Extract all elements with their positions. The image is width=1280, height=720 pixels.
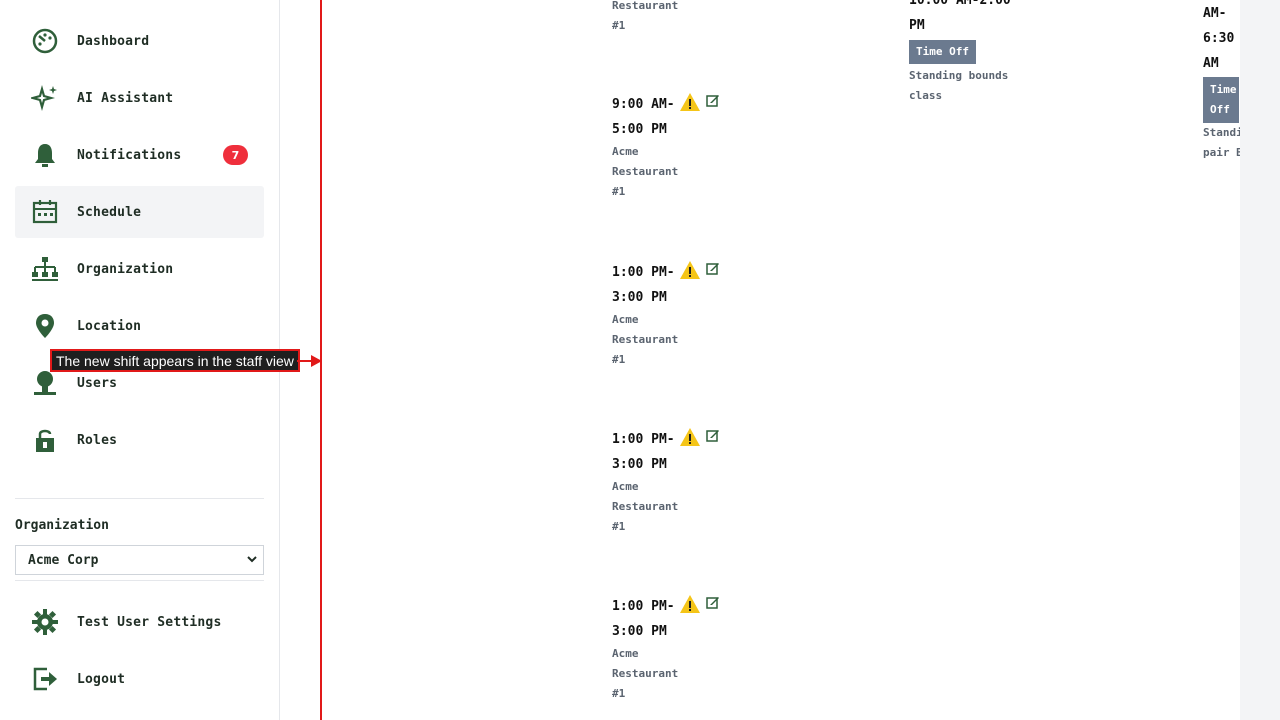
time-off-card[interactable]: 10:00 AM-2:00 PM Time Off Standing bound… bbox=[909, 0, 1059, 106]
lock-icon bbox=[30, 425, 60, 455]
time-off-badge-line: Off bbox=[1210, 103, 1230, 116]
sidebar-divider bbox=[15, 498, 264, 499]
shift-time-line: 1:00 PM- bbox=[612, 265, 675, 280]
time-off-note-line: Standing bounds bbox=[909, 69, 1009, 82]
warning-icon[interactable] bbox=[679, 427, 701, 451]
shift-time-line: 1:00 PM- bbox=[612, 432, 675, 447]
time-off-time-line: 6:30 bbox=[1203, 31, 1235, 46]
time-off-note-line: pair B bbox=[1203, 146, 1240, 159]
shift-location-line: #1 bbox=[612, 687, 626, 700]
sidebar-item-test-user-settings[interactable]: Test User Settings bbox=[15, 596, 264, 648]
edit-icon[interactable] bbox=[706, 260, 720, 284]
page-gutter bbox=[1240, 0, 1280, 720]
shift-location-line: #1 bbox=[612, 185, 626, 198]
sidebar-item-label: AI Assistant bbox=[77, 90, 174, 106]
gear-icon bbox=[30, 607, 60, 637]
shift-card[interactable]: 1:00 PM- 3:00 PM Acme Restaurant #1 bbox=[612, 427, 742, 537]
shift-time-line: 3:00 PM bbox=[612, 624, 667, 639]
sidebar-item-roles[interactable]: Roles bbox=[15, 414, 264, 466]
shift-location-line: #1 bbox=[612, 520, 626, 533]
time-off-time-line: PM bbox=[909, 18, 925, 33]
sidebar-item-schedule[interactable]: Schedule bbox=[15, 186, 264, 238]
annotation-arrow-icon bbox=[297, 355, 322, 367]
sidebar-item-organization[interactable]: Organization bbox=[15, 243, 264, 295]
edit-icon[interactable] bbox=[706, 92, 720, 116]
shift-card[interactable]: 1:00 PM- 3:00 PM Acme Restaurant #1 bbox=[612, 260, 742, 370]
partially-hidden-icon bbox=[33, 486, 59, 492]
calendar-icon bbox=[30, 197, 60, 227]
shift-time-line: 5:00 PM bbox=[612, 122, 667, 137]
sidebar-item-label: Notifications bbox=[77, 147, 182, 163]
sparkle-icon bbox=[30, 83, 60, 113]
shift-time-line: 9:00 AM- bbox=[612, 97, 675, 112]
sidebar-item-location[interactable]: Location bbox=[15, 300, 264, 352]
logout-icon bbox=[30, 664, 60, 694]
sidebar-item-logout[interactable]: Logout bbox=[15, 653, 264, 705]
sidebar-item-dashboard[interactable]: Dashboard bbox=[15, 15, 264, 67]
user-icon bbox=[30, 368, 60, 398]
shift-location-line: Acme bbox=[612, 145, 639, 158]
shift-location-line: #1 bbox=[612, 353, 626, 366]
shift-location-line: Restaurant bbox=[612, 0, 679, 12]
sidebar-item-label: Schedule bbox=[77, 204, 142, 220]
sidebar-item-label: Location bbox=[77, 318, 142, 334]
org-chart-icon bbox=[30, 254, 60, 284]
shift-time-line: 3:00 PM bbox=[612, 457, 667, 472]
warning-icon[interactable] bbox=[679, 594, 701, 618]
sidebar-item-label: Users bbox=[77, 375, 118, 391]
bell-icon bbox=[30, 140, 60, 170]
time-off-time-line: AM bbox=[1203, 56, 1219, 71]
sidebar-divider bbox=[15, 580, 264, 581]
time-off-badge: Time Off bbox=[909, 40, 976, 64]
shift-location-line: Restaurant bbox=[612, 500, 679, 513]
notification-count-badge: 7 bbox=[223, 145, 248, 165]
organization-select[interactable]: Acme Corp bbox=[15, 545, 264, 575]
time-off-note-line: Standi bbox=[1203, 126, 1240, 139]
warning-icon[interactable] bbox=[679, 92, 701, 116]
sidebar-item-label: Organization bbox=[77, 261, 174, 277]
sidebar-item-label: Roles bbox=[77, 432, 118, 448]
organization-label: Organization bbox=[15, 518, 109, 533]
annotation-callout: The new shift appears in the staff view bbox=[50, 349, 300, 372]
shift-location-line: Acme bbox=[612, 313, 639, 326]
shift-time-line: 3:00 PM bbox=[612, 290, 667, 305]
organization-select-value: Acme Corp bbox=[28, 552, 99, 568]
time-off-time-line: 10:00 AM-2:00 bbox=[909, 0, 1011, 8]
sidebar-item-notifications[interactable]: Notifications 7 bbox=[15, 129, 264, 181]
time-off-note-line: class bbox=[909, 89, 943, 102]
dashboard-icon bbox=[30, 26, 60, 56]
time-off-card-partial[interactable]: AM- 6:30 AM Time Off Standi pair B bbox=[1203, 1, 1240, 163]
warning-icon[interactable] bbox=[679, 260, 701, 284]
time-off-badge: Time Off bbox=[1203, 77, 1239, 123]
shift-location-line: #1 bbox=[612, 19, 626, 32]
shift-card[interactable]: Restaurant #1 bbox=[612, 0, 742, 36]
edit-icon[interactable] bbox=[706, 427, 720, 451]
edit-icon[interactable] bbox=[706, 594, 720, 618]
shift-location-line: Acme bbox=[612, 480, 639, 493]
location-pin-icon bbox=[30, 311, 60, 341]
shift-location-line: Acme bbox=[612, 647, 639, 660]
shift-location-line: Restaurant bbox=[612, 667, 679, 680]
shift-location-line: Restaurant bbox=[612, 333, 679, 346]
sidebar-item-ai-assistant[interactable]: AI Assistant bbox=[15, 72, 264, 124]
sidebar-item-label: Dashboard bbox=[77, 33, 150, 49]
sidebar-item-label: Logout bbox=[77, 671, 126, 687]
shift-card[interactable]: 1:00 PM- 3:00 PM Acme Restaurant #1 bbox=[612, 594, 742, 704]
sidebar-item-label: Test User Settings bbox=[77, 614, 222, 630]
chevron-down-icon bbox=[247, 556, 257, 563]
shift-time-line: 1:00 PM- bbox=[612, 599, 675, 614]
schedule-main-panel bbox=[280, 0, 1240, 720]
time-off-badge-line: Time bbox=[1210, 83, 1237, 96]
time-off-time-line: AM- bbox=[1203, 6, 1227, 21]
shift-location-line: Restaurant bbox=[612, 165, 679, 178]
shift-card[interactable]: 9:00 AM- 5:00 PM Acme Restaurant #1 bbox=[612, 92, 742, 202]
